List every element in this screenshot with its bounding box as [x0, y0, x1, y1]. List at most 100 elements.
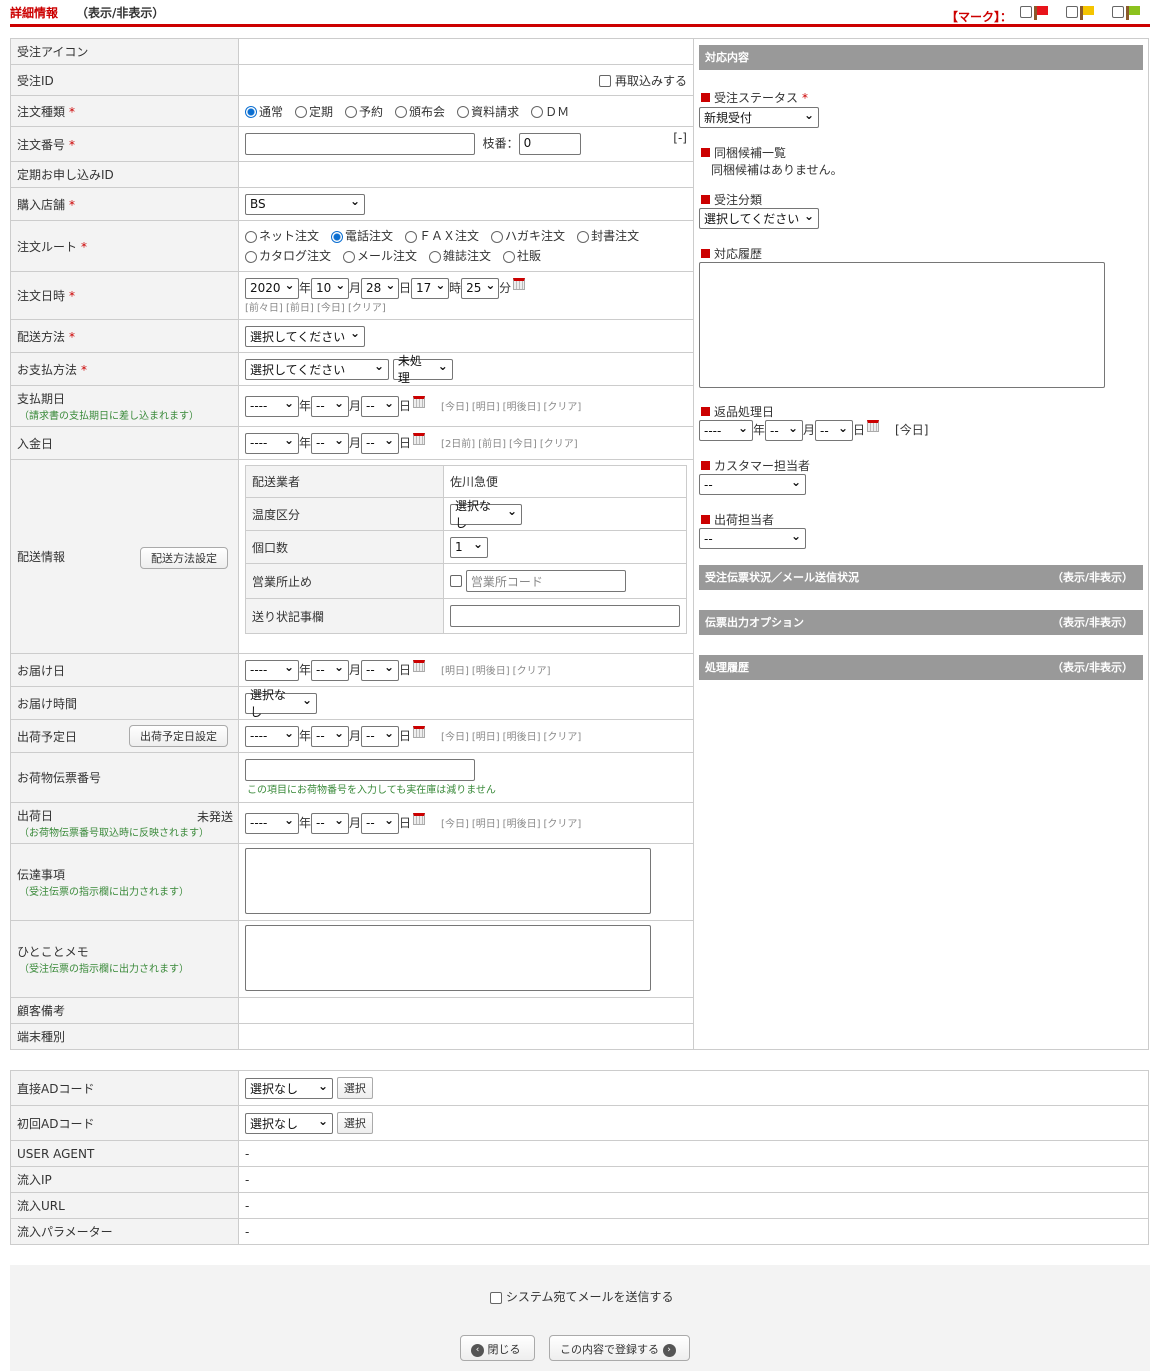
ship-plan-month-select[interactable]: --: [311, 725, 350, 747]
first-ad-select[interactable]: 選択なし: [245, 1113, 333, 1134]
order-type-option[interactable]: 通常: [245, 105, 283, 119]
route-option[interactable]: ハガキ注文: [491, 229, 565, 243]
return-today-link[interactable]: [今日]: [895, 423, 928, 437]
mark-yellow[interactable]: [1066, 6, 1094, 20]
date-link[interactable]: [明後日]: [503, 819, 541, 830]
mark-green[interactable]: [1112, 6, 1140, 20]
ship-staff-select[interactable]: --: [699, 528, 806, 549]
date-link[interactable]: [今日]: [441, 819, 469, 830]
first-ad-button[interactable]: 選択: [336, 1112, 373, 1134]
route-option[interactable]: 封書注文: [577, 229, 639, 243]
order-month-select[interactable]: 10: [311, 277, 350, 299]
delivery-month-select[interactable]: --: [311, 659, 350, 681]
date-link[interactable]: [明日]: [472, 402, 500, 413]
delivery-day-select[interactable]: --: [361, 659, 400, 681]
close-button[interactable]: ‹ 閉じる: [460, 1335, 535, 1361]
ship-plan-year-select[interactable]: ----: [245, 725, 299, 747]
order-minute-select[interactable]: 25: [461, 277, 500, 299]
ship-plan-day-select[interactable]: --: [361, 725, 400, 747]
deposit-day-select[interactable]: --: [361, 432, 400, 454]
mark-red-checkbox[interactable]: [1020, 6, 1032, 18]
mark-green-checkbox[interactable]: [1112, 6, 1124, 18]
process-history-bar[interactable]: 処理履歴 （表示/非表示）: [699, 655, 1143, 680]
date-link[interactable]: [今日]: [441, 402, 469, 413]
payment-status-select[interactable]: 未処理: [392, 354, 453, 385]
ship-year-select[interactable]: ----: [245, 812, 299, 834]
deposit-month-select[interactable]: --: [311, 432, 350, 454]
date-link[interactable]: [明日]: [472, 819, 500, 830]
route-option[interactable]: 雑誌注文: [429, 249, 491, 263]
office-code-input[interactable]: 営業所コード: [465, 570, 626, 592]
delivery-year-select[interactable]: ----: [245, 659, 299, 681]
toggle-link[interactable]: （表示/非表示）: [1052, 659, 1133, 675]
slip-output-bar[interactable]: 伝票出力オプション （表示/非表示）: [699, 610, 1143, 635]
message-textarea[interactable]: [245, 847, 651, 914]
calendar-icon[interactable]: [413, 432, 426, 445]
direct-ad-button[interactable]: 選択: [336, 1077, 373, 1099]
order-type-option[interactable]: 資料請求: [457, 105, 519, 119]
deposit-year-select[interactable]: ----: [245, 432, 299, 454]
slip-status-bar[interactable]: 受注伝票状況／メール送信状況 （表示/非表示）: [699, 565, 1143, 590]
history-textarea[interactable]: [699, 262, 1105, 388]
link-today[interactable]: [今日]: [317, 303, 345, 314]
date-link[interactable]: [クリア]: [543, 402, 581, 413]
status-select[interactable]: 新規受付: [699, 107, 819, 128]
calendar-icon[interactable]: [867, 420, 880, 432]
category-select[interactable]: 選択してください: [699, 208, 819, 229]
date-link[interactable]: [クリア]: [543, 819, 581, 830]
order-type-option[interactable]: ＤＭ: [531, 105, 569, 119]
date-link[interactable]: [前日]: [478, 439, 506, 450]
date-link[interactable]: [クリア]: [543, 732, 581, 743]
ship-day-select[interactable]: --: [361, 812, 400, 834]
boxes-select[interactable]: 1: [450, 536, 488, 558]
link-day-before-yesterday[interactable]: [前々日]: [245, 303, 283, 314]
link-clear[interactable]: [クリア]: [348, 303, 386, 314]
route-option[interactable]: ＦＡＸ注文: [405, 229, 479, 243]
toggle-link[interactable]: （表示/非表示）: [1052, 569, 1133, 585]
submit-button[interactable]: この内容で登録する ›: [549, 1335, 690, 1361]
order-hour-select[interactable]: 17: [411, 277, 450, 299]
date-link[interactable]: [今日]: [441, 732, 469, 743]
cs-staff-select[interactable]: --: [699, 474, 806, 495]
route-option[interactable]: 社販: [503, 249, 541, 263]
ship-month-select[interactable]: --: [311, 812, 350, 834]
toggle-detail-link[interactable]: （表示/非表示）: [76, 4, 164, 21]
payment-select[interactable]: 選択してください: [245, 358, 389, 380]
direct-ad-select[interactable]: 選択なし: [245, 1078, 333, 1099]
slip-note-input[interactable]: [450, 605, 680, 627]
order-day-select[interactable]: 28: [361, 277, 400, 299]
date-link[interactable]: [2日前]: [441, 439, 475, 450]
date-link[interactable]: [今日]: [509, 439, 537, 450]
date-link[interactable]: [明後日]: [472, 666, 510, 677]
order-type-option[interactable]: 定期: [295, 105, 333, 119]
route-option[interactable]: メール注文: [343, 249, 417, 263]
memo-textarea[interactable]: [245, 924, 651, 991]
send-mail-option[interactable]: システム宛てメールを送信する: [490, 1288, 673, 1305]
reimport-checkbox[interactable]: [599, 75, 612, 87]
shipping-method-button[interactable]: 配送方法設定: [140, 547, 228, 569]
calendar-icon[interactable]: [413, 395, 426, 408]
order-type-option[interactable]: 頒布会: [395, 105, 445, 119]
return-year-select[interactable]: ----: [699, 420, 753, 441]
delivery-method-select[interactable]: 選択してください: [245, 325, 365, 347]
date-link[interactable]: [明日]: [472, 732, 500, 743]
calendar-icon[interactable]: [413, 725, 426, 738]
store-select[interactable]: BS: [245, 193, 365, 215]
date-link[interactable]: [クリア]: [513, 666, 551, 677]
office-hold-checkbox[interactable]: [450, 575, 462, 587]
collapse-link[interactable]: [-]: [673, 131, 687, 145]
pay-due-day-select[interactable]: --: [361, 395, 400, 417]
ship-plan-button[interactable]: 出荷予定日設定: [129, 725, 228, 747]
calendar-icon[interactable]: [413, 659, 426, 672]
date-link[interactable]: [明後日]: [503, 402, 541, 413]
route-option[interactable]: カタログ注文: [245, 249, 331, 263]
route-option[interactable]: 電話注文: [331, 229, 393, 243]
calendar-icon[interactable]: [513, 277, 526, 290]
order-year-select[interactable]: 2020: [245, 277, 299, 299]
date-link[interactable]: [クリア]: [540, 439, 578, 450]
link-yesterday[interactable]: [前日]: [286, 303, 314, 314]
delivery-time-select[interactable]: 選択なし: [245, 688, 317, 719]
pay-due-month-select[interactable]: --: [311, 395, 350, 417]
route-option[interactable]: ネット注文: [245, 229, 319, 243]
return-day-select[interactable]: --: [815, 420, 854, 441]
